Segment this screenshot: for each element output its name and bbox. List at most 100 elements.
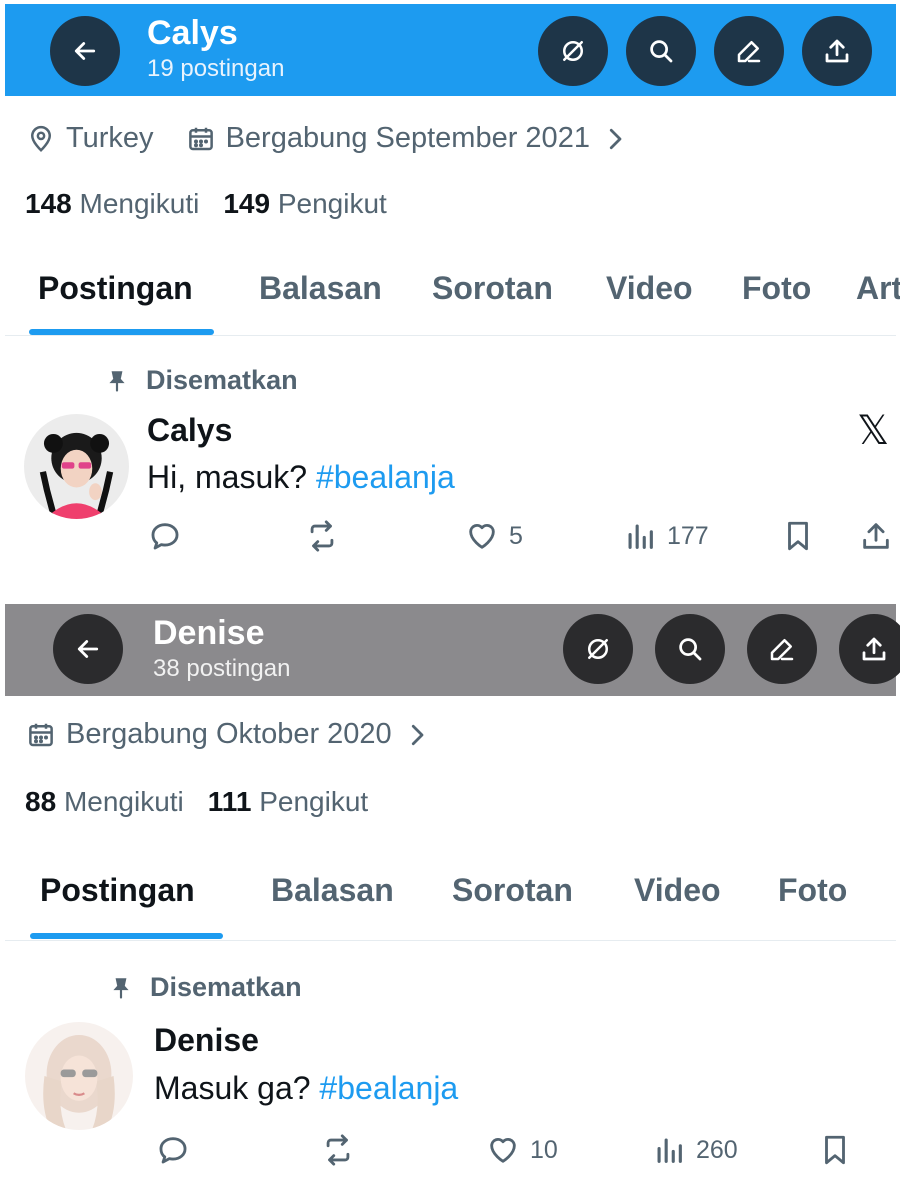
profile-header: Denise 38 postingan — [5, 604, 900, 696]
search-button[interactable] — [626, 16, 696, 86]
follow-stats: 148 Mengikuti 149 Pengikut — [25, 188, 411, 220]
profile-tabs: Postingan Balasan Sorotan Video Foto — [0, 872, 900, 912]
avatar[interactable] — [25, 1022, 133, 1130]
pin-icon — [109, 370, 125, 392]
follow-stats: 88 Mengikuti 111 Pengikut — [25, 786, 392, 818]
edit-button[interactable] — [747, 614, 817, 684]
view-count: 177 — [667, 521, 709, 550]
post-text: Hi, masuk? — [147, 459, 308, 495]
grok-icon — [563, 41, 583, 61]
join-date-text: Bergabung September 2021 — [225, 122, 590, 154]
hashtag-link[interactable]: #bealanja — [316, 459, 455, 495]
bookmark-icon — [788, 521, 808, 551]
views-button[interactable]: 260 — [652, 1133, 738, 1167]
back-arrow-icon — [77, 640, 99, 658]
calendar-icon — [188, 127, 213, 150]
edit-icon — [737, 41, 761, 63]
back-arrow-icon — [74, 42, 96, 60]
pin-icon — [113, 977, 129, 999]
header-profile-name: Denise — [153, 614, 265, 652]
tab-highlights[interactable]: Sorotan — [432, 270, 553, 307]
tab-highlights[interactable]: Sorotan — [452, 872, 573, 909]
tab-video[interactable]: Video — [606, 270, 693, 307]
followers-count: 149 — [223, 188, 271, 219]
chevron-right-icon — [411, 724, 424, 745]
share-button[interactable] — [802, 16, 872, 86]
profile-tabs: Postingan Balasan Sorotan Video Foto Art… — [0, 270, 900, 310]
following-stat[interactable]: 88 Mengikuti — [25, 786, 184, 818]
tab-posts[interactable]: Postingan — [40, 872, 195, 909]
views-button[interactable]: 177 — [623, 519, 709, 553]
header-post-count: 38 postingan — [153, 655, 291, 682]
edit-icon — [770, 639, 794, 661]
post-author-name: Denise — [154, 1022, 259, 1058]
profile-screenshot-calys: Calys 19 postingan Turkey Bergabung Sept… — [0, 0, 900, 600]
repost-button[interactable] — [305, 519, 339, 553]
pinned-label: Disematkan — [104, 365, 298, 396]
views-chart-icon — [628, 524, 653, 549]
header-profile-name: Calys — [147, 14, 238, 52]
profile-screenshot-denise: Denise 38 postingan Bergabung Oktober 20… — [0, 600, 900, 1200]
post-author-name: Calys — [147, 412, 233, 448]
reply-icon — [151, 523, 179, 550]
followers-count: 111 — [207, 786, 252, 817]
join-date[interactable]: Bergabung Oktober 2020 — [26, 718, 432, 751]
following-label: Mengikuti — [79, 188, 200, 219]
grok-button[interactable] — [563, 614, 633, 684]
repost-button[interactable] — [321, 1133, 355, 1167]
post-body: Hi, masuk? #bealanja — [147, 459, 455, 496]
heart-icon — [469, 524, 495, 549]
join-date[interactable]: Bergabung September 2021 — [186, 122, 630, 155]
followers-label: Pengikut — [259, 786, 369, 817]
hashtag-link[interactable]: #bealanja — [319, 1070, 458, 1106]
views-chart-icon — [657, 1138, 682, 1163]
reply-button[interactable] — [148, 519, 182, 553]
search-icon — [650, 40, 673, 63]
location: Turkey — [26, 122, 154, 155]
like-button[interactable]: 10 — [486, 1133, 558, 1167]
calendar-icon — [29, 723, 53, 746]
share-icon — [863, 523, 889, 549]
x-logo-icon: 𝕏 — [857, 408, 890, 454]
bookmark-button[interactable] — [818, 1133, 852, 1167]
tab-posts[interactable]: Postingan — [38, 270, 193, 307]
tab-video[interactable]: Video — [634, 872, 721, 909]
followers-stat[interactable]: 111 Pengikut — [208, 786, 368, 818]
repost-icon — [326, 1134, 350, 1166]
like-button[interactable]: 5 — [465, 519, 523, 553]
repost-icon — [310, 520, 334, 552]
join-date-text: Bergabung Oktober 2020 — [66, 718, 392, 750]
followers-stat[interactable]: 149 Pengikut — [223, 188, 386, 220]
share-post-button[interactable] — [859, 519, 893, 553]
bookmark-icon — [825, 1135, 845, 1165]
back-button[interactable] — [53, 614, 123, 684]
search-icon — [679, 638, 702, 661]
tab-photos[interactable]: Foto — [742, 270, 811, 307]
like-count: 5 — [509, 521, 523, 550]
profile-meta: Bergabung Oktober 2020 — [26, 718, 464, 751]
grok-button[interactable] — [538, 16, 608, 86]
following-stat[interactable]: 148 Mengikuti — [25, 188, 199, 220]
pinned-label: Disematkan — [108, 972, 302, 1003]
tab-photos[interactable]: Foto — [778, 872, 847, 909]
tab-articles[interactable]: Artikel — [856, 270, 900, 307]
share-icon — [862, 637, 886, 661]
tab-replies[interactable]: Balasan — [271, 872, 394, 909]
tab-replies[interactable]: Balasan — [259, 270, 382, 307]
post-text: Masuk ga? — [154, 1070, 311, 1106]
post-body: Masuk ga? #bealanja — [154, 1070, 458, 1107]
bookmark-button[interactable] — [781, 519, 815, 553]
reply-button[interactable] — [156, 1133, 190, 1167]
pinned-label-text: Disematkan — [150, 972, 302, 1002]
followers-label: Pengikut — [277, 188, 387, 219]
following-label: Mengikuti — [63, 786, 184, 817]
edit-button[interactable] — [714, 16, 784, 86]
avatar[interactable] — [24, 414, 129, 519]
location-text: Turkey — [66, 122, 154, 154]
share-button[interactable] — [839, 614, 900, 684]
view-count: 260 — [696, 1135, 738, 1164]
pinned-label-text: Disematkan — [146, 365, 298, 395]
back-button[interactable] — [50, 16, 120, 86]
like-count: 10 — [530, 1135, 558, 1164]
search-button[interactable] — [655, 614, 725, 684]
